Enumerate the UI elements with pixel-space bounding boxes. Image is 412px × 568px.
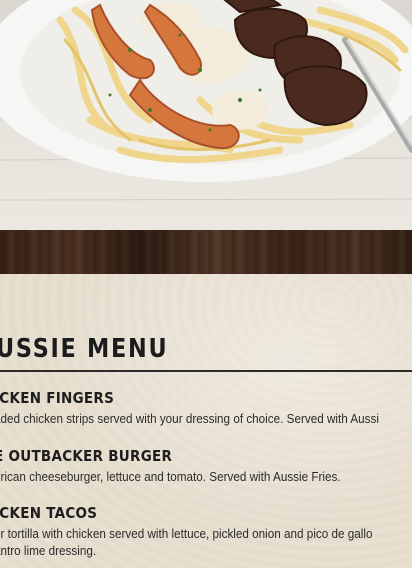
- menu-item-description: erican cheeseburger, lettuce and tomato.…: [0, 469, 341, 484]
- menu-section: USSIE MENU ICKEN FINGERS aded chicken st…: [0, 274, 412, 568]
- menu-item-description-continued: antro lime dressing.: [0, 543, 97, 558]
- menu-item[interactable]: E OUTBACKER BURGER erican cheeseburger, …: [0, 447, 412, 484]
- menu-item-name: E OUTBACKER BURGER: [0, 447, 173, 465]
- pasta-plate-illustration: [0, 0, 412, 201]
- menu-item[interactable]: ICKEN FINGERS aded chicken strips served…: [0, 389, 412, 426]
- menu-item-description: aded chicken strips served with your dre…: [0, 411, 379, 426]
- menu-item-name: ICKEN FINGERS: [0, 389, 115, 407]
- menu-title: USSIE MENU: [0, 334, 169, 364]
- menu-item-name: ICKEN TACOS: [0, 504, 98, 522]
- title-divider: [0, 370, 412, 372]
- hero-food-image: [0, 0, 412, 230]
- menu-item-description: ur tortilla with chicken served with let…: [0, 526, 373, 541]
- menu-item[interactable]: ICKEN TACOS ur tortilla with chicken ser…: [0, 504, 412, 558]
- wood-divider-band: [0, 230, 412, 274]
